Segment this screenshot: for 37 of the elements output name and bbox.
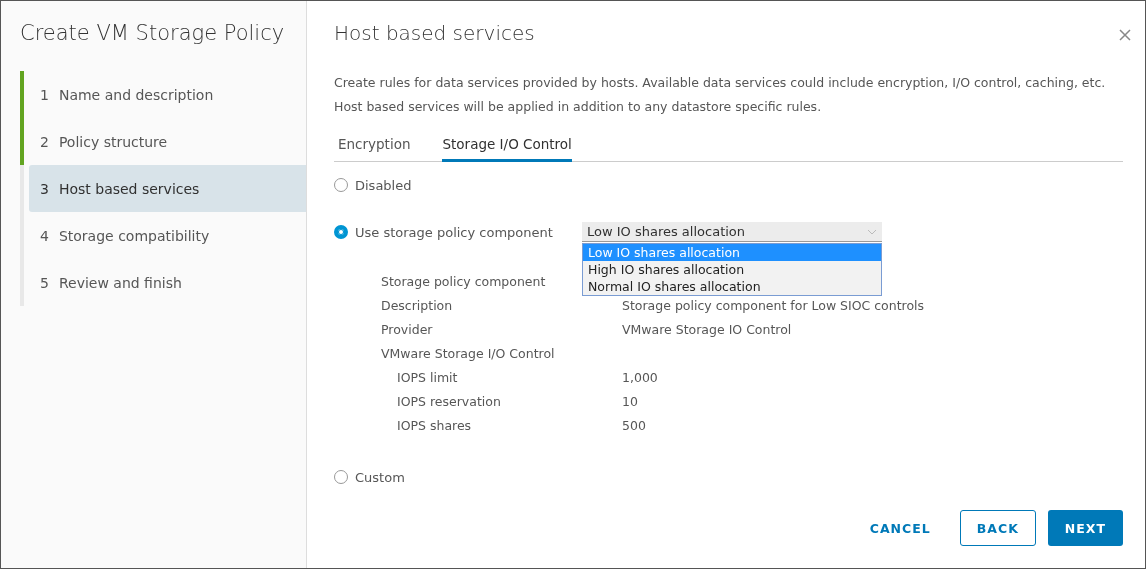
detail-label: IOPS shares: [396, 417, 472, 435]
description-text: Create rules for data services provided by hosts. Available data services could include encryption, I/O control, caching, etc.: [334, 74, 1107, 92]
description-text: Host based services will be applied in addition to any datastore specific rules.: [334, 98, 823, 116]
detail-label: IOPS limit: [396, 369, 458, 387]
detail-label: VMware Storage I/O Control: [381, 345, 555, 363]
wizard-step[interactable]: 4 Storage compatibility: [29, 212, 306, 259]
detail-label: Storage policy component: [381, 273, 546, 291]
detail-value: 1,000: [622, 369, 658, 387]
detail-label: Provider: [381, 321, 433, 339]
detail-value: 500: [622, 417, 646, 435]
radio-button[interactable]: [334, 470, 348, 484]
detail-label: Description: [381, 297, 453, 315]
detail-value: 10: [622, 393, 638, 411]
tab[interactable]: Encryption: [338, 129, 411, 162]
detail-label: IOPS reservation: [396, 393, 501, 411]
dropdown-option[interactable]: Normal IO shares allocation: [583, 278, 881, 295]
radio-label[interactable]: Use storage policy component: [355, 224, 575, 240]
tab[interactable]: Storage I/O Control: [442, 129, 572, 162]
page-title: Host based services: [334, 21, 536, 47]
wizard-step[interactable]: 1 Name and description: [29, 71, 306, 118]
detail-value: VMware Storage IO Control: [622, 321, 792, 339]
next-button[interactable]: NEXT: [1047, 510, 1123, 546]
wizard-step[interactable]: 5 Review and finish: [29, 259, 306, 306]
radio-button[interactable]: [334, 178, 348, 192]
dropdown-option[interactable]: High IO shares allocation: [583, 261, 881, 278]
radio-button[interactable]: [334, 225, 348, 239]
component-dropdown[interactable]: Low IO shares allocation: [582, 222, 882, 242]
cancel-button[interactable]: CANCEL: [852, 510, 948, 546]
radio-label[interactable]: Disabled: [355, 177, 412, 193]
caret-icon: [867, 228, 877, 235]
detail-value: Storage policy component for Low SIOC controls: [622, 297, 925, 315]
back-button[interactable]: BACK: [959, 510, 1036, 546]
radio-label[interactable]: Custom: [355, 469, 405, 485]
wizard-step[interactable]: 2 Policy structure: [29, 118, 306, 165]
wizard-title: Create VM Storage Policy: [20, 21, 286, 47]
wizard-step[interactable]: 3 Host based services: [29, 165, 306, 212]
close-icon[interactable]: [1119, 29, 1131, 41]
